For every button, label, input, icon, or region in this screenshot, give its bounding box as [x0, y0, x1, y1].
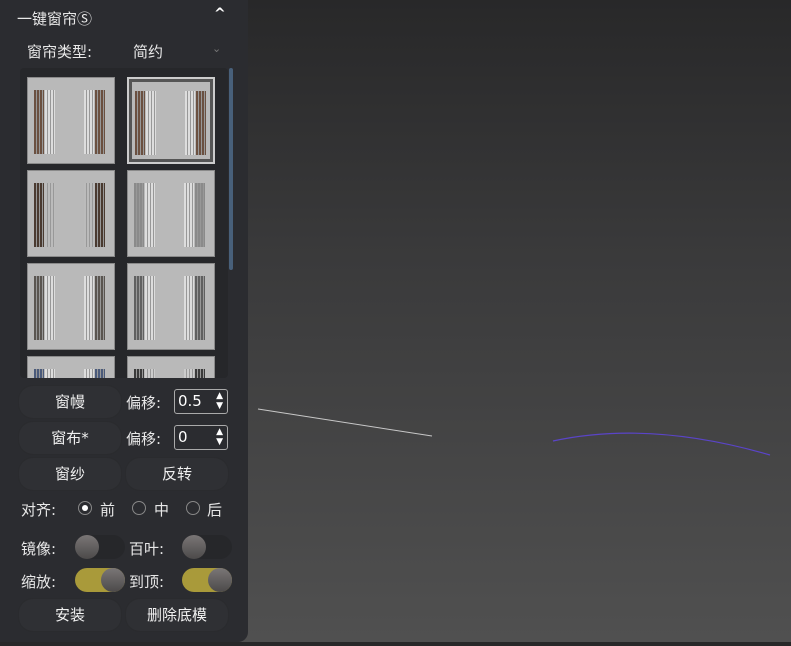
align-label: 对齐: — [21, 501, 57, 519]
chevron-up-icon[interactable]: ^ — [214, 6, 226, 22]
curtain-panel-image — [145, 276, 155, 340]
curtain-thumbnail[interactable] — [127, 77, 215, 164]
curtain-thumbnail[interactable] — [127, 263, 215, 350]
toggle-knob — [101, 568, 125, 592]
curtain-thumbnail[interactable] — [27, 263, 115, 350]
curtain-panel-image — [184, 276, 194, 340]
curtain-panel-image — [184, 183, 194, 247]
curtain-panel: 一键窗帘Ⓢ ^ 窗帘类型: 简约 ⌄ 窗幔 偏移: 0.5 ▲ ▼ 窗布* 偏移: … — [0, 0, 248, 642]
scale-toggle[interactable] — [75, 568, 125, 592]
curtain-panel-image — [184, 369, 194, 378]
offset1-label: 偏移: — [126, 394, 162, 412]
curtain-panel-image — [84, 276, 94, 340]
curtain-thumbnail-grid — [20, 68, 228, 378]
curtain-panel-image — [45, 369, 55, 378]
scrollbar[interactable] — [229, 68, 233, 270]
mirror-toggle[interactable] — [75, 535, 125, 559]
curtain-panel-image — [95, 183, 105, 247]
to-top-label: 到顶: — [129, 573, 165, 591]
flip-button[interactable]: 反转 — [126, 458, 228, 490]
spinner-arrows-icon[interactable]: ▲ ▼ — [216, 391, 223, 411]
curtain-panel-image — [196, 91, 206, 155]
toggle-knob — [75, 535, 99, 559]
curtain-thumbnail[interactable] — [27, 77, 115, 164]
blinds-toggle[interactable] — [182, 535, 232, 559]
offset1-input[interactable]: 0.5 ▲ ▼ — [174, 389, 228, 414]
align-back-radio[interactable] — [186, 501, 200, 515]
curtain-thumbnail[interactable] — [127, 356, 215, 378]
align-front-label: 前 — [100, 501, 116, 519]
toggle-knob — [208, 568, 232, 592]
curtain-panel-image — [195, 276, 205, 340]
curtain-panel-image — [134, 276, 144, 340]
offset1-value: 0.5 — [178, 392, 202, 410]
curtain-thumbnail[interactable] — [127, 170, 215, 257]
purple-arc — [552, 432, 771, 456]
white-line — [257, 408, 433, 437]
curtain-type-select[interactable]: 简约 — [133, 41, 163, 62]
curtain-panel-image — [95, 276, 105, 340]
delete-base-button[interactable]: 删除底模 — [126, 599, 228, 631]
curtain-panel-image — [195, 369, 205, 378]
curtain-panel-image — [45, 183, 55, 247]
curtain-thumbnail[interactable] — [27, 356, 115, 378]
cloth-button[interactable]: 窗布* — [19, 422, 121, 454]
curtain-panel-image — [185, 91, 195, 155]
valance-button[interactable]: 窗幔 — [19, 386, 121, 418]
curtain-panel-image — [95, 369, 105, 378]
curtain-panel-image — [34, 183, 44, 247]
curtain-panel-image — [195, 183, 205, 247]
blinds-label: 百叶: — [129, 540, 165, 558]
align-front-radio[interactable] — [78, 501, 92, 515]
offset2-input[interactable]: 0 ▲ ▼ — [174, 425, 228, 450]
curtain-panel-image — [34, 369, 44, 378]
align-middle-label: 中 — [154, 501, 170, 519]
offset2-value: 0 — [178, 428, 188, 446]
install-button[interactable]: 安装 — [19, 599, 121, 631]
curtain-panel-image — [45, 90, 55, 154]
spinner-arrows-icon[interactable]: ▲ ▼ — [216, 427, 223, 447]
curtain-panel-image — [95, 90, 105, 154]
panel-title: 一键窗帘Ⓢ — [17, 10, 93, 28]
align-middle-radio[interactable] — [132, 501, 146, 515]
curtain-panel-image — [45, 276, 55, 340]
curtain-panel-image — [145, 369, 155, 378]
curtain-panel-image — [135, 91, 145, 155]
to-top-toggle[interactable] — [182, 568, 232, 592]
sheer-button[interactable]: 窗纱 — [19, 458, 121, 490]
curtain-panel-image — [145, 183, 155, 247]
curtain-panel-image — [84, 90, 94, 154]
curtain-panel-image — [146, 91, 156, 155]
curtain-panel-image — [134, 369, 144, 378]
chevron-down-icon[interactable]: ⌄ — [212, 42, 221, 55]
align-back-label: 后 — [207, 501, 223, 519]
curtain-panel-image — [34, 276, 44, 340]
scale-label: 缩放: — [21, 573, 57, 591]
curtain-panel-image — [84, 369, 94, 378]
curtain-panel-image — [84, 183, 94, 247]
mirror-label: 镜像: — [21, 540, 57, 558]
toggle-knob — [182, 535, 206, 559]
offset2-label: 偏移: — [126, 430, 162, 448]
curtain-type-label: 窗帘类型: — [27, 43, 93, 61]
curtain-panel-image — [34, 90, 44, 154]
curtain-panel-image — [134, 183, 144, 247]
curtain-thumbnail[interactable] — [27, 170, 115, 257]
